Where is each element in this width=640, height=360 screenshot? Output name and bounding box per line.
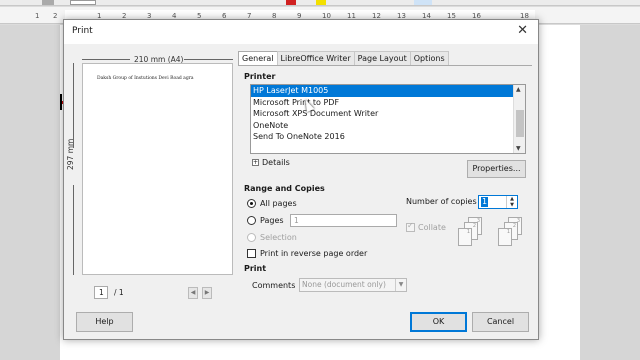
tab-page-layout[interactable]: Page Layout — [353, 51, 411, 65]
preview-height-line — [73, 185, 74, 275]
toolbar-strip — [0, 0, 640, 6]
dialog-tabs: General LibreOffice Writer Page Layout O… — [238, 51, 449, 66]
copies-spin-buttons: ▲ ▼ — [506, 196, 517, 208]
printer-list[interactable]: HP LaserJet M1005 Microsoft Print to PDF… — [250, 84, 526, 154]
dialog-titlebar[interactable]: Print ✕ — [64, 20, 538, 44]
preview-page-input[interactable]: 1 — [94, 286, 108, 299]
details-label: Details — [262, 158, 290, 167]
comments-label: Comments — [252, 281, 296, 290]
collate-page-icon: 1 — [458, 228, 472, 246]
chevron-down-icon: ▼ — [395, 279, 406, 291]
details-expander[interactable]: + Details — [252, 158, 290, 167]
collate-label: Collate — [418, 223, 446, 232]
copies-label: Number of copies — [406, 197, 477, 206]
dialog-title: Print — [72, 26, 93, 36]
properties-button[interactable]: Properties... — [467, 160, 526, 178]
reverse-order-label: Print in reverse page order — [260, 249, 368, 258]
preview-height-line — [73, 63, 74, 148]
tab-general[interactable]: General — [238, 51, 278, 66]
copies-spinbox[interactable]: 1 ▲ ▼ — [478, 195, 518, 209]
ruler-tick: 1 — [35, 12, 40, 20]
range-section-label: Range and Copies — [244, 184, 325, 193]
collate-checkbox[interactable] — [406, 221, 415, 232]
decrement-icon[interactable]: ▼ — [507, 202, 517, 208]
comments-value: None (document only) — [302, 280, 386, 289]
print-preview: Daksh Group of Instutions Devi Road agra — [82, 63, 233, 275]
preview-width-line — [82, 59, 130, 60]
font-color-button[interactable] — [286, 0, 296, 5]
scroll-thumb[interactable] — [516, 110, 524, 137]
toolbar-button[interactable] — [414, 0, 432, 5]
scroll-down-icon[interactable]: ▼ — [516, 145, 521, 152]
all-pages-label: All pages — [260, 199, 297, 208]
printer-list-scrollbar[interactable]: ▲ ▼ — [513, 85, 525, 153]
cancel-button[interactable]: Cancel — [472, 312, 529, 332]
prev-page-button[interactable]: ◀ — [188, 287, 198, 299]
printer-item[interactable]: Microsoft Print to PDF — [251, 97, 525, 109]
pages-input[interactable]: 1 — [290, 214, 397, 227]
preview-width-line — [184, 59, 233, 60]
close-icon[interactable]: ✕ — [517, 23, 528, 38]
print-dialog: Print ✕ 210 mm (A4) 297 mm Daksh Group o… — [63, 19, 539, 340]
print-section-label: Print — [244, 264, 267, 273]
help-button[interactable]: Help — [76, 312, 133, 332]
collate-page-icon: 1 — [498, 228, 512, 246]
comments-select[interactable]: None (document only) ▼ — [299, 278, 407, 292]
highlight-button[interactable] — [316, 0, 326, 5]
toolbar-button[interactable] — [42, 0, 54, 5]
all-pages-radio[interactable] — [247, 199, 256, 208]
next-page-button[interactable]: ▶ — [202, 287, 212, 299]
ruler-tick: 2 — [53, 12, 58, 20]
preview-height-label: 297 mm — [66, 138, 75, 170]
reverse-order-checkbox[interactable] — [247, 249, 256, 258]
plus-icon: + — [252, 159, 259, 166]
tab-libreoffice-writer[interactable]: LibreOffice Writer — [276, 51, 355, 65]
selection-radio[interactable] — [247, 233, 256, 242]
preview-page-text: Daksh Group of Instutions Devi Road agra — [97, 76, 194, 81]
printer-item[interactable]: Send To OneNote 2016 — [251, 131, 525, 143]
preview-page-total: / 1 — [114, 288, 124, 297]
ok-button[interactable]: OK — [410, 312, 467, 332]
tab-options[interactable]: Options — [409, 51, 449, 65]
selection-label: Selection — [260, 233, 297, 242]
toolbar-button[interactable] — [70, 0, 96, 5]
printer-section-label: Printer — [244, 72, 276, 81]
printer-item[interactable]: HP LaserJet M1005 — [251, 85, 513, 97]
pages-radio[interactable] — [247, 216, 256, 225]
copies-value: 1 — [481, 197, 489, 207]
printer-item[interactable]: Microsoft XPS Document Writer — [251, 108, 525, 120]
pages-label: Pages — [260, 216, 284, 225]
printer-item[interactable]: OneNote — [251, 120, 525, 132]
scroll-up-icon[interactable]: ▲ — [516, 86, 521, 93]
